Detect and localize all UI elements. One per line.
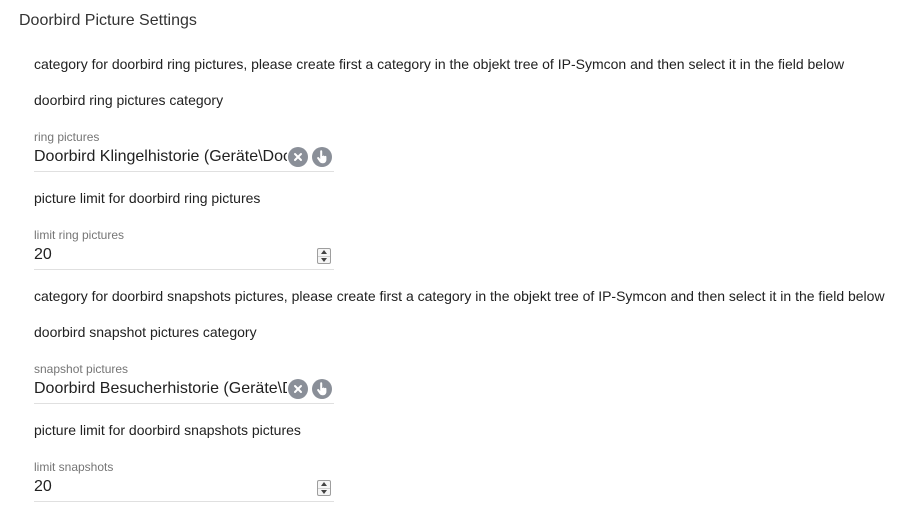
close-circle-icon[interactable] — [288, 379, 308, 399]
snapshot-pictures-value[interactable]: Doorbird Besucherhistorie (Geräte\Doorbi… — [34, 380, 287, 398]
ring-pictures-value[interactable]: Doorbird Klingelhistorie (Geräte\Doorbir… — [34, 148, 287, 166]
snapshot-limit-value[interactable]: 20 — [34, 478, 294, 496]
ring-limit-input-row[interactable]: 20 — [34, 243, 334, 270]
section-title: Doorbird Picture Settings — [19, 12, 197, 29]
snapshot-limit-input-row[interactable]: 20 — [34, 475, 334, 502]
snapshot-pictures-caption: snapshot pictures — [34, 362, 129, 376]
snapshot-pictures-input-row[interactable]: Doorbird Besucherhistorie (Geräte\Doorbi… — [34, 377, 334, 404]
snapshot-category-label: doorbird snapshot pictures category — [34, 324, 257, 340]
ring-limit-field[interactable]: limit ring pictures 20 — [34, 227, 334, 270]
pointer-hand-icon[interactable] — [312, 379, 332, 399]
snapshot-limit-stepper[interactable] — [317, 480, 331, 496]
ring-description-label: category for doorbird ring pictures, ple… — [34, 56, 845, 72]
settings-panel: Doorbird Picture Settings category for d… — [0, 0, 911, 519]
snapshot-limit-field[interactable]: limit snapshots 20 — [34, 459, 334, 502]
snapshot-limit-label: picture limit for doorbird snapshots pic… — [34, 422, 301, 438]
ring-pictures-select[interactable]: ring pictures Doorbird Klingelhistorie (… — [34, 129, 334, 172]
pointer-hand-icon[interactable] — [312, 147, 332, 167]
snapshot-description-label: category for doorbird snapshots pictures… — [34, 288, 885, 304]
close-circle-icon[interactable] — [288, 147, 308, 167]
snapshot-limit-caption: limit snapshots — [34, 460, 114, 474]
ring-limit-stepper[interactable] — [317, 248, 331, 264]
ring-limit-caption: limit ring pictures — [34, 228, 125, 242]
stepper-down-arrow-icon[interactable] — [318, 255, 330, 264]
ring-limit-value[interactable]: 20 — [34, 246, 294, 264]
ring-limit-label: picture limit for doorbird ring pictures — [34, 190, 261, 206]
stepper-down-arrow-icon[interactable] — [318, 487, 330, 496]
ring-pictures-caption: ring pictures — [34, 130, 100, 144]
ring-pictures-input-row[interactable]: Doorbird Klingelhistorie (Geräte\Doorbir… — [34, 145, 334, 172]
snapshot-pictures-select[interactable]: snapshot pictures Doorbird Besucherhisto… — [34, 361, 334, 404]
ring-category-label: doorbird ring pictures category — [34, 92, 224, 108]
